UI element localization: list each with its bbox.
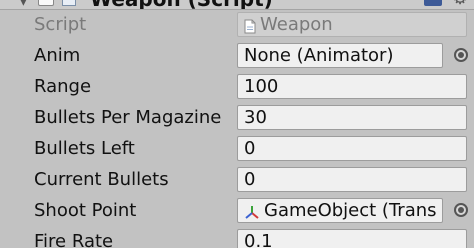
shoot-point-row: Shoot Point GameObject (Trans (0, 195, 474, 226)
fire-rate-field[interactable]: 0.1 (237, 229, 467, 248)
shoot-point-field[interactable]: GameObject (Trans (237, 198, 443, 223)
foldout-arrow-icon[interactable]: ▼ (18, 0, 29, 8)
bullets-left-row: Bullets Left 0 (0, 133, 474, 164)
bullets-per-magazine-value: 30 (244, 107, 267, 128)
current-bullets-value: 0 (244, 169, 256, 190)
gear-icon[interactable]: ⚙ (452, 0, 468, 9)
script-field[interactable]: Weapon (237, 12, 467, 37)
current-bullets-row: Current Bullets 0 (0, 164, 474, 195)
range-value: 100 (244, 76, 279, 97)
range-field[interactable]: 100 (237, 74, 467, 99)
anim-label: Anim (34, 45, 81, 66)
bullets-per-magazine-label: Bullets Per Magazine (34, 107, 222, 128)
fire-rate-row: Fire Rate 0.1 (0, 226, 474, 248)
range-label: Range (34, 76, 92, 97)
bullets-per-magazine-field[interactable]: 30 (237, 105, 467, 130)
bullets-per-magazine-row: Bullets Per Magazine 30 (0, 102, 474, 133)
script-value: Weapon (260, 14, 333, 35)
current-bullets-label: Current Bullets (34, 169, 169, 190)
script-component-icon (62, 0, 76, 6)
bullets-left-label: Bullets Left (34, 138, 135, 159)
anim-field[interactable]: None (Animator) (237, 43, 443, 68)
transform-axes-icon (244, 203, 260, 222)
fire-rate-value: 0.1 (244, 231, 273, 248)
bullets-left-value: 0 (244, 138, 256, 159)
help-book-icon[interactable] (424, 0, 442, 6)
component-enabled-checkbox[interactable] (38, 0, 54, 6)
script-file-icon (244, 17, 256, 36)
fire-rate-label: Fire Rate (34, 231, 114, 248)
anim-object-picker-icon[interactable] (454, 48, 468, 62)
bullets-left-field[interactable]: 0 (237, 136, 467, 161)
anim-row: Anim None (Animator) (0, 40, 474, 71)
script-row: Script Weapon (0, 9, 474, 40)
shoot-point-object-picker-icon[interactable] (454, 203, 468, 217)
script-label: Script (34, 14, 87, 35)
shoot-point-label: Shoot Point (34, 200, 137, 221)
current-bullets-field[interactable]: 0 (237, 167, 467, 192)
shoot-point-value: GameObject (Trans (264, 200, 437, 221)
anim-value: None (Animator) (244, 45, 394, 66)
range-row: Range 100 (0, 71, 474, 102)
